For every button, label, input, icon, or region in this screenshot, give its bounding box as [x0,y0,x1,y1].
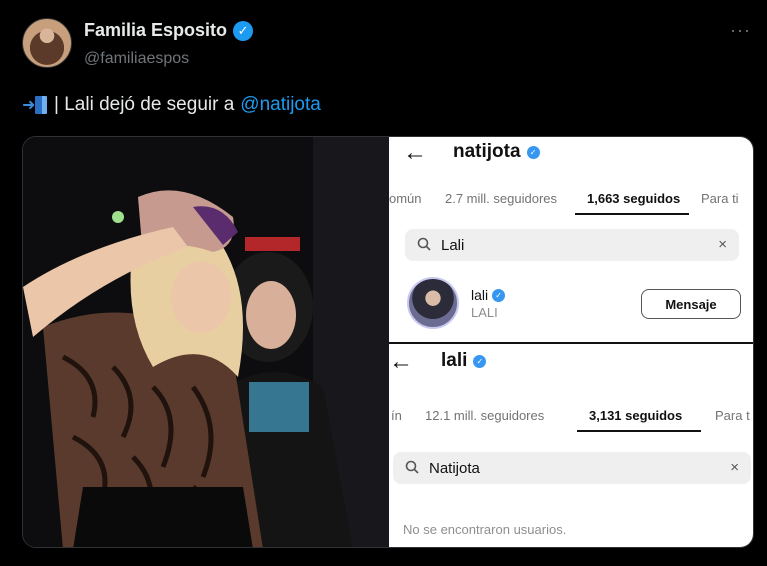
tab-followers[interactable]: 12.1 mill. seguidores [425,408,544,423]
photo-illustration [23,137,389,547]
tab-following[interactable]: 1,663 seguidos [587,191,680,206]
author-handle[interactable]: @familiaespos [84,50,189,68]
instagram-following-panel-natijota: ← natijota ✓ omún 2.7 mill. seguidores 1… [389,137,753,343]
tweet-text: ➜ | Lali dejó de seguir a @natijota [22,94,321,116]
user-username[interactable]: lali ✓ [471,287,506,303]
arrow-book-emoji-icon: ➜ [22,94,48,116]
clear-search-icon[interactable]: × [718,236,727,253]
mention-link[interactable]: @natijota [240,94,321,116]
tab-para-ti[interactable]: Para ti [701,191,739,206]
profile-username: lali [441,350,468,371]
search-input[interactable]: Natijota × [393,452,751,484]
tab-followers[interactable]: 2.7 mill. seguidores [445,191,557,206]
tab-para-ti[interactable]: Para t [715,408,750,423]
back-arrow-icon[interactable]: ← [403,139,427,167]
search-icon [405,460,419,477]
profile-title: natijota ✓ [453,141,540,163]
back-arrow-icon[interactable]: ← [389,348,413,376]
photo[interactable] [23,137,389,547]
verified-icon: ✓ [492,288,506,302]
verified-icon: ✓ [473,354,487,368]
tab-following[interactable]: 3,131 seguidos [589,408,682,423]
user-username-text[interactable]: lali [471,287,488,303]
message-button[interactable]: Mensaje [641,289,741,319]
empty-results-message: No se encontraron usuarios. [403,522,567,537]
user-result-row[interactable]: lali ✓ LALI Mensaje [389,275,753,331]
search-icon [417,237,431,254]
active-tab-underline [575,213,689,215]
verified-badge-icon: ✓ [233,20,254,41]
active-tab-underline [577,430,701,432]
author-name-text[interactable]: Familia Esposito [84,20,227,41]
author-name[interactable]: Familia Esposito ✓ [84,20,254,41]
tab-comun[interactable]: omún [389,191,422,206]
tabs-bar: ín 12.1 mill. seguidores 3,131 seguidos … [389,402,753,432]
verified-icon: ✓ [526,145,540,159]
tweet-text-body: | Lali dejó de seguir a [54,94,235,115]
search-value: Lali [441,236,465,254]
user-fullname: LALI [471,305,498,320]
instagram-following-panel-lali: ← lali ✓ ín 12.1 mill. seguidores 3,131 … [389,344,753,547]
profile-title: lali ✓ [441,350,487,372]
more-options-icon[interactable]: ··· [730,20,751,41]
tweet-media[interactable]: ← natijota ✓ omún 2.7 mill. seguidores 1… [22,136,754,548]
search-input[interactable]: Lali × [405,229,739,261]
author-avatar[interactable] [22,18,72,68]
clear-search-icon[interactable]: × [730,459,739,476]
search-value: Natijota [429,459,480,477]
profile-username: natijota [453,141,521,162]
tabs-bar: omún 2.7 mill. seguidores 1,663 seguidos… [389,185,753,215]
tab-comun[interactable]: ín [391,408,402,423]
user-avatar[interactable] [407,277,459,329]
